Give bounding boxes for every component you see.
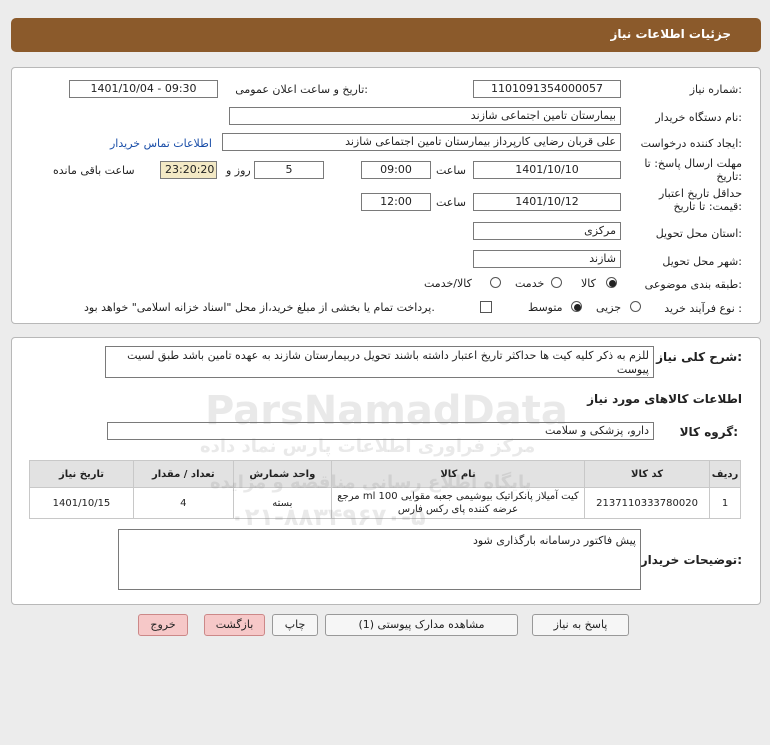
announce-label: تاریخ و ساعت اعلان عمومی: bbox=[235, 83, 368, 96]
category-radio-goods[interactable] bbox=[606, 277, 617, 288]
items-table: ردیف کد کالا نام کالا واحد شمارش تعداد /… bbox=[29, 460, 741, 519]
process-radio-minor[interactable] bbox=[630, 301, 641, 312]
cell-name-line2: عرضه کننده پای رکس فارس bbox=[397, 504, 519, 515]
description-field: للزم به ذکر کلیه کیت ها حداکثر تاریخ اعت… bbox=[105, 346, 654, 378]
col-date: تاریخ نیاز bbox=[29, 460, 134, 488]
goods-group-field: دارو، پزشکی و سلامت bbox=[107, 422, 654, 440]
cell-date: 1401/10/15 bbox=[29, 487, 134, 519]
cell-row: 1 bbox=[709, 487, 741, 519]
col-name: نام کالا bbox=[330, 460, 586, 488]
cell-name-line1: کیت آمیلاز پانکراتیک بیوشیمی جعبه مقوایی… bbox=[337, 491, 579, 502]
process-label: نوع فرآیند خرید : bbox=[664, 302, 742, 315]
days-field: 5 bbox=[254, 161, 324, 179]
category-radio-service[interactable] bbox=[551, 277, 562, 288]
category-radio-both[interactable] bbox=[490, 277, 501, 288]
deadline-time-label: ساعت bbox=[436, 164, 466, 177]
table-row[interactable]: 1 2137110333780020 کیت آمیلاز پانکراتیک … bbox=[29, 487, 741, 519]
cell-name: کیت آمیلاز پانکراتیک بیوشیمی جعبه مقوایی… bbox=[330, 487, 586, 519]
remaining-time-field: 23:20:20 bbox=[160, 161, 217, 179]
province-field: مرکزی bbox=[473, 222, 621, 240]
back-button[interactable]: بازگشت bbox=[204, 614, 265, 636]
exit-button[interactable]: خروج bbox=[138, 614, 188, 636]
validity-label: حداقل تاریخ اعتبار قیمت: تا تاریخ: bbox=[658, 187, 742, 213]
page-title: جزئیات اطلاعات نیاز bbox=[610, 27, 731, 41]
treasury-payment-checkbox[interactable] bbox=[480, 301, 492, 313]
buyer-org-field: بیمارستان تامین اجتماعی شازند bbox=[229, 107, 621, 125]
cell-unit: بسته bbox=[232, 487, 333, 519]
col-row: ردیف bbox=[709, 460, 741, 488]
process-radio-medium[interactable] bbox=[571, 301, 582, 312]
view-attachments-button[interactable]: مشاهده مدارک پیوستی (1) bbox=[325, 614, 518, 636]
treasury-payment-note: پرداخت تمام یا بخشی از مبلغ خرید،از محل … bbox=[84, 301, 435, 314]
process-option-medium: متوسط bbox=[528, 301, 563, 314]
goods-group-label: گروه کالا: bbox=[679, 425, 738, 439]
category-option-service: خدمت bbox=[515, 277, 545, 290]
process-option-minor: جزیی bbox=[596, 301, 622, 314]
col-qty: تعداد / مقدار bbox=[132, 460, 234, 488]
city-field: شازند bbox=[473, 250, 621, 268]
city-label: شهر محل تحویل: bbox=[662, 255, 742, 268]
category-label: طبقه بندی موضوعی: bbox=[644, 278, 742, 291]
cell-code: 2137110333780020 bbox=[584, 487, 711, 519]
description-label: شرح کلی نیاز: bbox=[656, 350, 742, 364]
items-table-wrap: ردیف کد کالا نام کالا واحد شمارش تعداد /… bbox=[29, 460, 741, 519]
remaining-label: ساعت باقی مانده bbox=[53, 164, 135, 177]
category-option-both: کالا/خدمت bbox=[424, 277, 472, 290]
print-button[interactable]: چاپ bbox=[272, 614, 318, 636]
validity-time-label: ساعت bbox=[436, 196, 466, 209]
buyer-contact-link[interactable]: اطلاعات تماس خریدار bbox=[110, 137, 212, 150]
days-label: روز و bbox=[226, 164, 251, 177]
validity-date-field: 1401/10/12 bbox=[473, 193, 621, 211]
buyer-org-label: نام دستگاه خریدار: bbox=[655, 111, 742, 124]
deadline-time-field: 09:00 bbox=[361, 161, 431, 179]
category-option-goods: کالا bbox=[581, 277, 596, 290]
deadline-label: مهلت ارسال پاسخ: تا تاریخ: bbox=[644, 157, 742, 183]
col-unit: واحد شمارش bbox=[232, 460, 333, 488]
province-label: استان محل تحویل: bbox=[655, 227, 742, 240]
announce-field: 1401/10/04 - 09:30 bbox=[69, 80, 218, 98]
buyer-notes-label: توضیحات خریدار: bbox=[640, 553, 742, 567]
creator-label: ایجاد کننده درخواست: bbox=[640, 137, 742, 150]
col-code: کد کالا bbox=[584, 460, 711, 488]
need-number-field: 1101091354000057 bbox=[473, 80, 621, 98]
validity-time-field: 12:00 bbox=[361, 193, 431, 211]
goods-section-title: اطلاعات کالاهای مورد نیاز bbox=[587, 392, 742, 406]
creator-field: علی قربان رضایی کارپرداز بیمارستان تامین… bbox=[222, 133, 621, 151]
items-table-header: ردیف کد کالا نام کالا واحد شمارش تعداد /… bbox=[29, 460, 741, 488]
page-header: جزئیات اطلاعات نیاز bbox=[11, 18, 761, 52]
buyer-notes-field: پیش فاکتور درسامانه بارگذاری شود bbox=[118, 529, 641, 590]
deadline-date-field: 1401/10/10 bbox=[473, 161, 621, 179]
reply-button[interactable]: پاسخ به نیاز bbox=[532, 614, 629, 636]
cell-qty: 4 bbox=[132, 487, 234, 519]
need-number-label: شماره نیاز: bbox=[689, 83, 742, 96]
